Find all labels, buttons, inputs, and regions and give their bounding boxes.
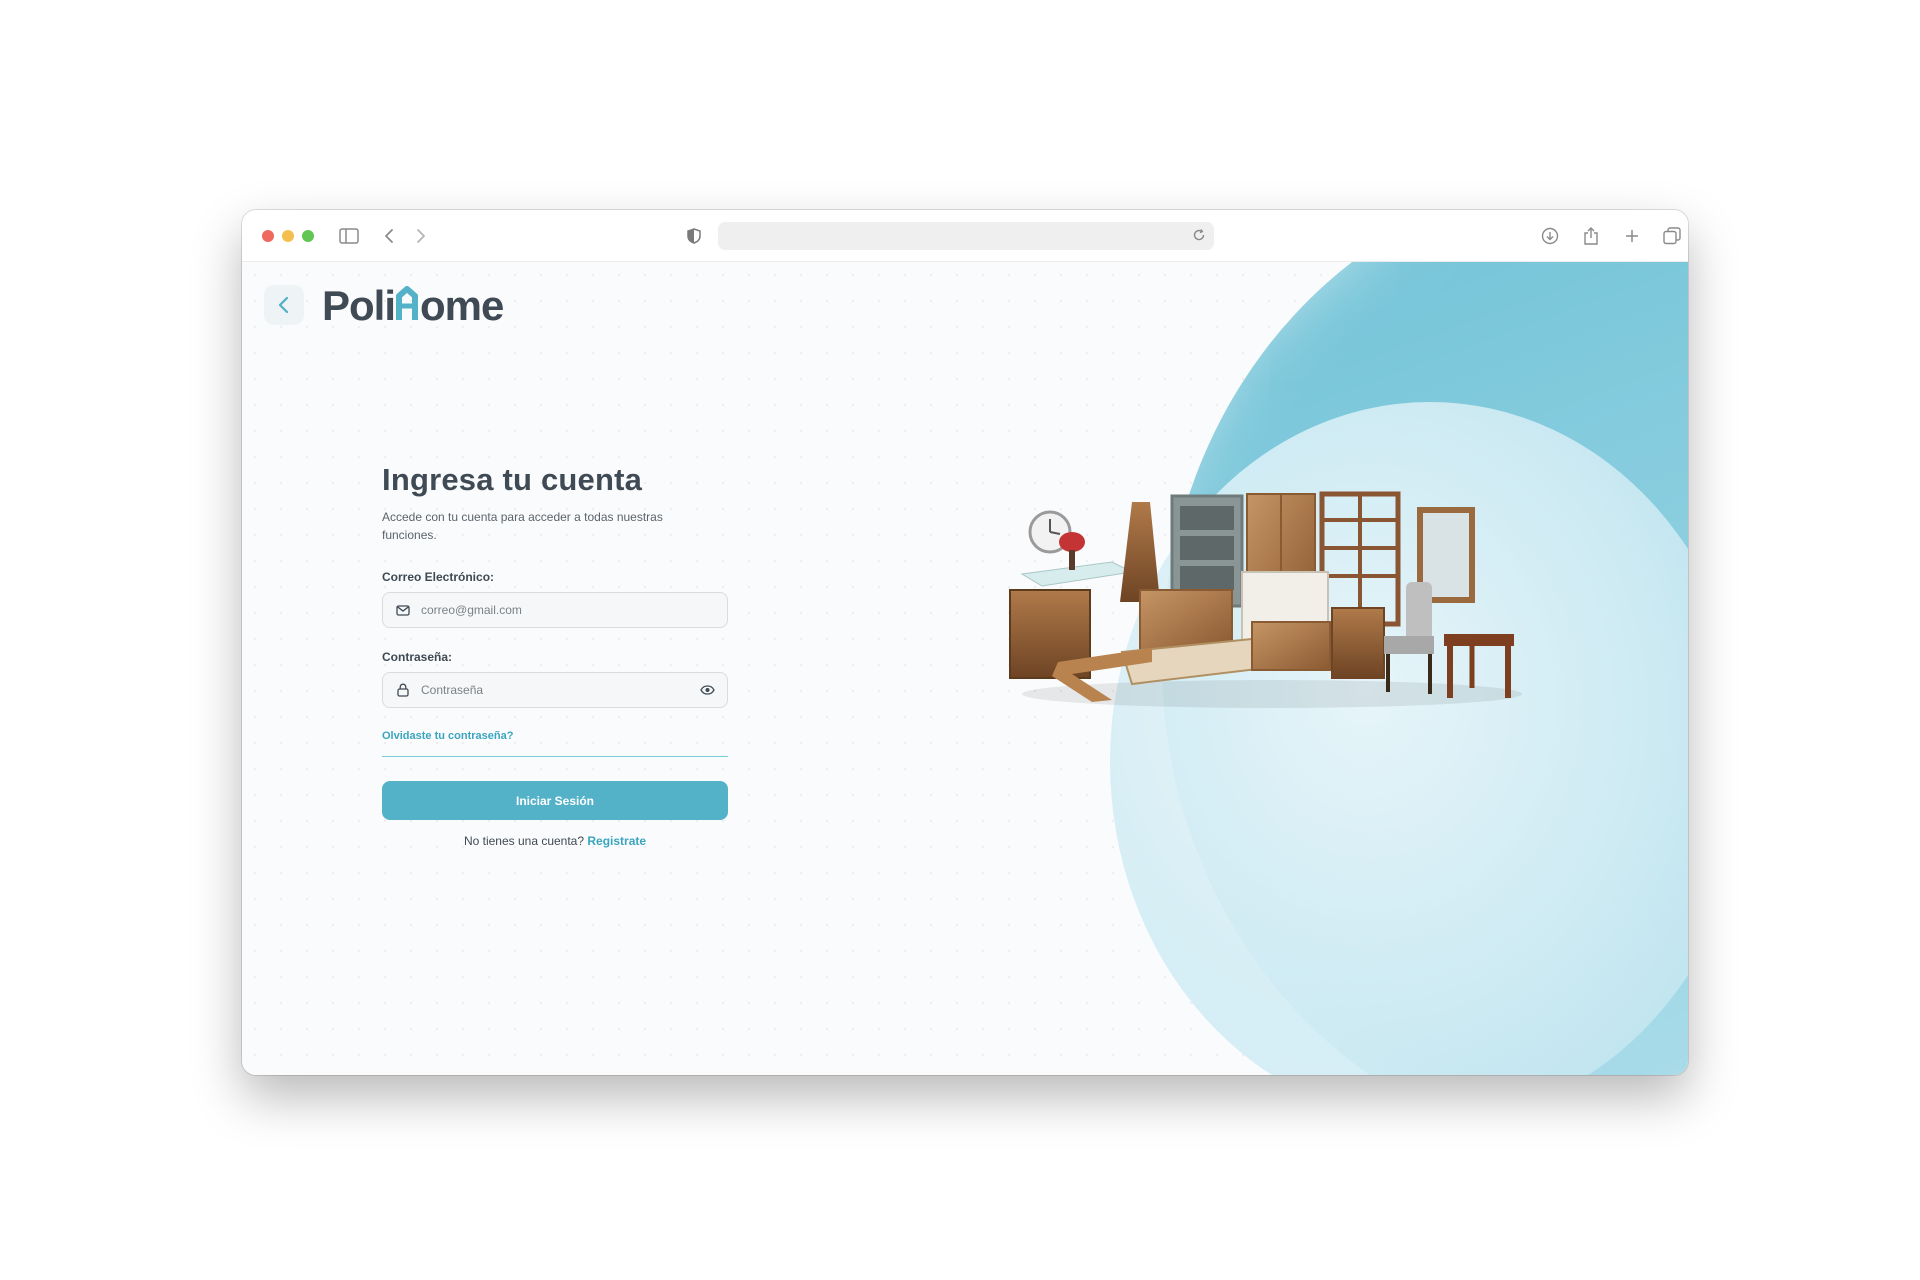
browser-window: Poli ome Ingresa tu cuenta Accede con tu… (242, 210, 1688, 1075)
close-window-button[interactable] (262, 230, 274, 242)
reload-icon[interactable] (1192, 228, 1206, 247)
back-button[interactable] (264, 285, 304, 325)
signup-link[interactable]: Registrate (587, 834, 646, 848)
email-input[interactable] (421, 603, 715, 617)
download-icon[interactable] (1538, 225, 1562, 247)
maximize-window-button[interactable] (302, 230, 314, 242)
address-bar[interactable] (718, 222, 1214, 250)
password-input[interactable] (421, 683, 699, 697)
page-title: Ingresa tu cuenta (382, 462, 643, 497)
polihome-logo[interactable]: Poli ome (322, 282, 542, 330)
email-label: Correo Electrónico: (382, 570, 495, 584)
svg-text:ome: ome (420, 282, 503, 329)
forgot-password-link[interactable]: Olvidaste tu contraseña? (382, 730, 728, 742)
login-form: Ingresa tu cuenta Accede con tu cuenta p… (382, 462, 728, 848)
browser-toolbar (242, 210, 1688, 262)
lock-icon (395, 682, 411, 698)
furniture-collection-image (1009, 491, 1522, 708)
signup-prompt: No tienes una cuenta? Registrate (382, 834, 728, 848)
page-content: Poli ome Ingresa tu cuenta Accede con tu… (242, 262, 1688, 1075)
minimize-window-button[interactable] (282, 230, 294, 242)
signup-prompt-text: No tienes una cuenta? (463, 834, 585, 848)
tabs-icon[interactable] (1660, 225, 1684, 247)
email-field[interactable] (382, 592, 728, 628)
divider (382, 756, 728, 757)
page-subtitle: Accede con tu cuenta para acceder a toda… (382, 510, 663, 542)
eye-icon[interactable] (699, 682, 715, 698)
password-field[interactable] (382, 672, 728, 708)
forward-icon[interactable] (409, 225, 433, 247)
shield-icon[interactable] (682, 225, 706, 247)
plus-icon[interactable] (1620, 225, 1644, 247)
share-icon[interactable] (1579, 225, 1603, 247)
login-button[interactable]: Iniciar Sesión (382, 781, 728, 820)
password-label: Contraseña: (382, 650, 453, 664)
mail-icon (395, 602, 411, 618)
back-icon[interactable] (377, 225, 401, 247)
sidebar-icon[interactable] (337, 225, 361, 247)
chevron-left-icon (278, 296, 289, 314)
svg-text:Poli: Poli (322, 282, 395, 329)
